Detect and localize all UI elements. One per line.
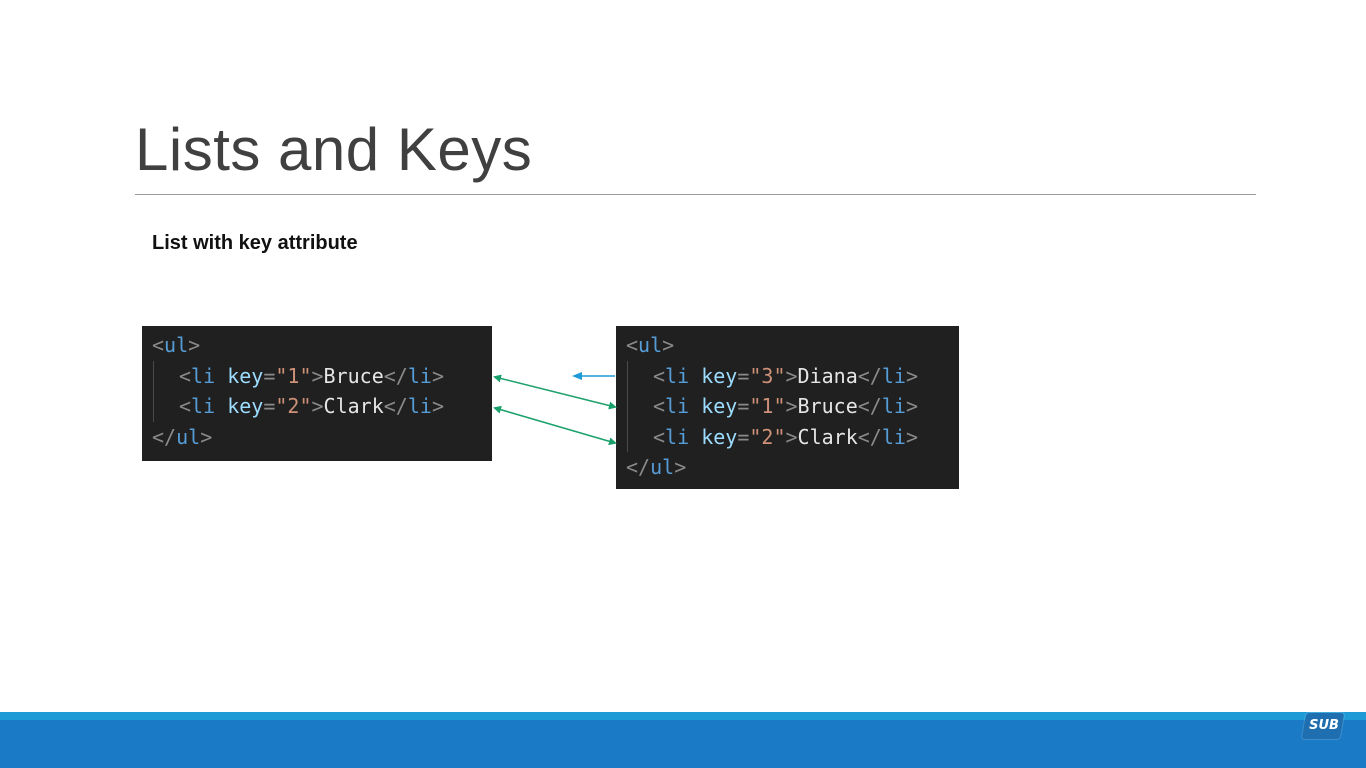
slide-subheading: List with key attribute xyxy=(152,232,358,254)
code-token-punc: = xyxy=(737,363,750,388)
title-divider xyxy=(135,194,1256,195)
code-token-punc: > xyxy=(785,363,798,388)
code-token-tag: li xyxy=(881,394,906,418)
code-token-text: Diana xyxy=(797,363,858,388)
code-token-tag: li xyxy=(191,363,216,388)
code-token-punc: = xyxy=(263,363,276,388)
code-token-text: Bruce xyxy=(797,394,858,418)
code-token-punc: </ xyxy=(383,363,408,388)
code-token-punc: < xyxy=(653,394,666,418)
code-token-punc: > xyxy=(188,333,201,357)
code-token-tag: ul xyxy=(164,333,189,357)
code-token-attr: key xyxy=(701,394,738,418)
code-token-punc: > xyxy=(905,424,918,449)
code-token-str: "1" xyxy=(275,363,312,388)
code-token-punc: </ xyxy=(152,424,177,449)
code-token-text: Clark xyxy=(797,424,858,449)
slide: Lists and Keys List with key attribute <… xyxy=(0,0,1366,768)
code-token-tag: li xyxy=(665,394,690,418)
code-token-attr: key xyxy=(227,394,264,418)
code-token-punc: > xyxy=(431,394,444,418)
code-token-punc: < xyxy=(179,394,192,418)
code-token-punc: </ xyxy=(857,394,882,418)
code-token-text: Clark xyxy=(323,394,384,418)
code-token-punc: < xyxy=(152,333,165,357)
slide-title: Lists and Keys xyxy=(135,116,533,183)
code-line: <li key="2">Clark</li> xyxy=(152,391,482,422)
code-token-punc: < xyxy=(653,424,666,449)
code-line: <li key="3">Diana</li> xyxy=(626,360,949,392)
code-token-punc: </ xyxy=(626,455,651,479)
footer-bar xyxy=(0,720,1366,768)
code-token-punc: > xyxy=(200,424,213,449)
code-token-punc: </ xyxy=(857,363,882,388)
code-token-punc: > xyxy=(431,363,444,388)
code-token-text: Bruce xyxy=(323,363,384,388)
code-token-tag: li xyxy=(407,363,432,388)
code-token-punc: > xyxy=(785,424,798,449)
code-token-punc: > xyxy=(311,394,324,418)
arrow-clark-match xyxy=(493,405,617,446)
code-line: </ul> xyxy=(152,422,482,453)
code-token-tag: li xyxy=(665,424,690,449)
code-token-tag: li xyxy=(881,424,906,449)
code-token-punc: = xyxy=(263,394,276,418)
code-token-punc: > xyxy=(905,363,918,388)
code-token-str: "2" xyxy=(749,424,786,449)
code-line: <li key="2">Clark</li> xyxy=(626,421,949,453)
code-token-tag: li xyxy=(665,363,690,388)
code-block-original-list: <ul> <li key="1">Bruce</li> <li key="2">Cl… xyxy=(142,326,492,461)
code-token-attr: key xyxy=(227,363,264,388)
code-token-punc: > xyxy=(674,455,687,479)
code-line: </ul> xyxy=(626,452,949,483)
code-token-punc: < xyxy=(653,363,666,388)
code-token-attr: key xyxy=(701,363,738,388)
code-token-str: "2" xyxy=(275,394,312,418)
arrow-bruce-match xyxy=(493,374,617,410)
code-token-tag: ul xyxy=(650,455,675,479)
code-token-str: "1" xyxy=(749,394,786,418)
code-line: <li key="1">Bruce</li> xyxy=(152,360,482,392)
code-token-tag: li xyxy=(407,394,432,418)
sub-logo-text: SUB xyxy=(1309,718,1339,733)
code-token-tag: ul xyxy=(638,333,663,357)
code-line: <ul> xyxy=(152,330,482,361)
code-token-punc: > xyxy=(311,363,324,388)
code-token-tag: li xyxy=(881,363,906,388)
code-line: <ul> xyxy=(626,330,949,361)
code-token-punc: = xyxy=(737,394,750,418)
code-token-punc: > xyxy=(662,333,675,357)
code-token-punc: = xyxy=(737,424,750,449)
code-token-str: "3" xyxy=(749,363,786,388)
code-token-punc: </ xyxy=(857,424,882,449)
code-token-punc: > xyxy=(785,394,798,418)
code-token-attr: key xyxy=(701,424,738,449)
code-token-punc: </ xyxy=(383,394,408,418)
code-token-punc: < xyxy=(626,333,639,357)
code-line: <li key="1">Bruce</li> xyxy=(626,391,949,422)
code-token-tag: ul xyxy=(176,424,201,449)
footer-accent-bar xyxy=(0,712,1366,720)
code-token-punc: < xyxy=(179,363,192,388)
code-token-tag: li xyxy=(191,394,216,418)
code-token-punc: > xyxy=(905,394,918,418)
code-block-updated-list: <ul> <li key="3">Diana</li> <li key="1">Br… xyxy=(616,326,959,489)
